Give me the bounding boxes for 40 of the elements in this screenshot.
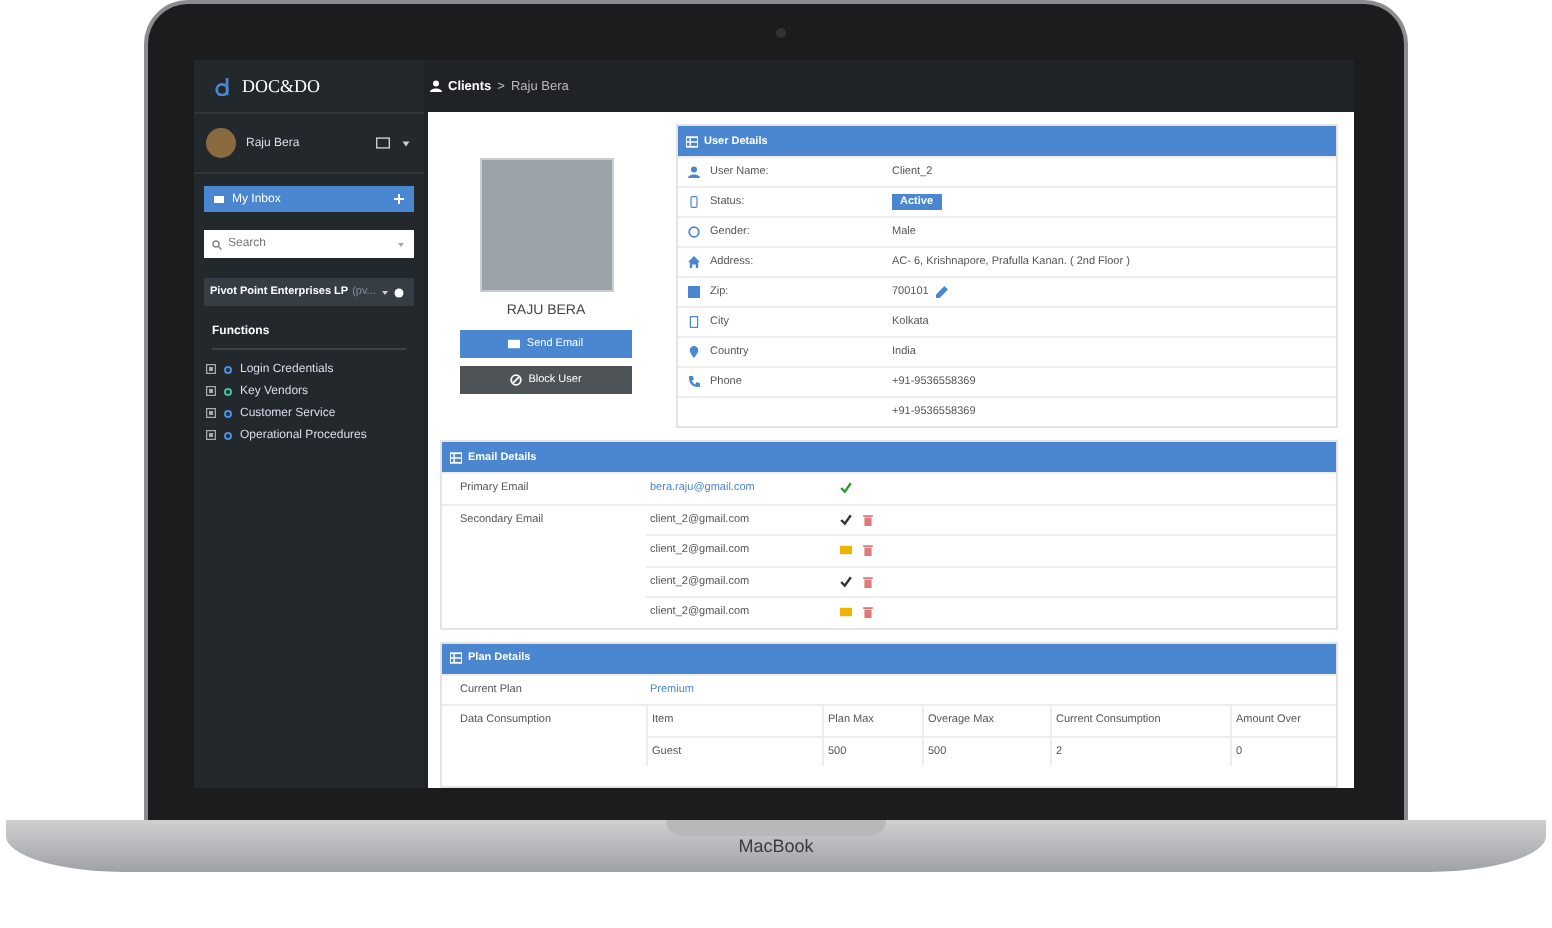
check-icon (840, 482, 852, 495)
expand-icon (206, 430, 216, 440)
building-icon (688, 316, 700, 328)
expand-icon (206, 408, 216, 418)
trash-icon (862, 513, 874, 526)
expand-icon (206, 386, 216, 396)
search-icon (212, 239, 222, 249)
pencil-icon (936, 286, 949, 298)
caret-icon (400, 137, 412, 149)
square-icon (688, 286, 700, 298)
camera-icon (776, 28, 786, 38)
check-icon (840, 513, 852, 526)
mobile-icon (688, 196, 700, 208)
circle-icon (688, 226, 700, 238)
trash-icon (862, 606, 874, 619)
envelope-icon (508, 338, 521, 350)
ban-icon (510, 374, 523, 386)
envelope-icon (840, 544, 852, 557)
table-icon (450, 652, 462, 664)
home-icon (688, 256, 700, 268)
phone-icon (688, 376, 700, 388)
expand-icon (206, 364, 216, 374)
logo-icon (214, 77, 232, 95)
pin-icon (688, 346, 700, 358)
user-icon (430, 80, 442, 92)
table-icon (450, 451, 462, 463)
envelope-icon (376, 136, 390, 150)
photo-placeholder (479, 158, 613, 292)
check-icon (840, 575, 852, 588)
caret-icon (396, 239, 406, 249)
avatar (206, 128, 236, 158)
caret-icon (379, 287, 390, 297)
laptop-label: MacBook (738, 836, 814, 856)
trash-icon (862, 575, 874, 588)
table-icon (686, 135, 698, 147)
user-icon (688, 166, 700, 178)
app-logo-text: DOC&DO (242, 76, 321, 96)
plus-icon (394, 194, 404, 204)
envelope-icon (840, 606, 852, 619)
trash-icon (862, 544, 874, 557)
